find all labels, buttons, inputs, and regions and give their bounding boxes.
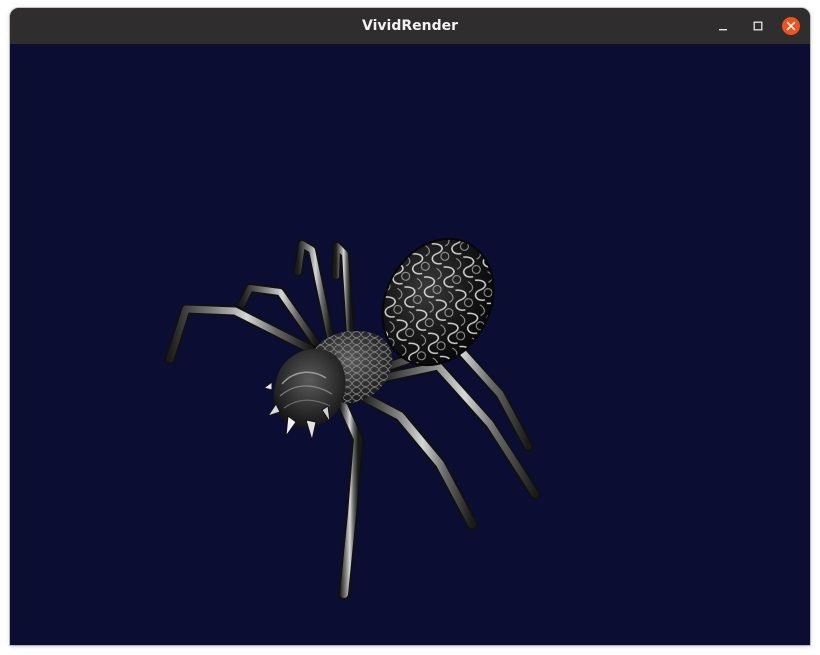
minimize-icon (719, 29, 727, 31)
spider-head (273, 348, 346, 427)
maximize-button[interactable] (749, 17, 767, 35)
spider-model (164, 237, 541, 600)
minimize-button[interactable] (714, 17, 732, 35)
maximize-icon (753, 21, 763, 31)
render-viewport[interactable] (10, 44, 810, 645)
window-title: VividRender (362, 18, 458, 34)
close-button[interactable] (782, 17, 800, 35)
title-bar[interactable]: VividRender (10, 8, 810, 44)
close-icon (786, 21, 796, 31)
app-window: VividRender (10, 8, 810, 645)
